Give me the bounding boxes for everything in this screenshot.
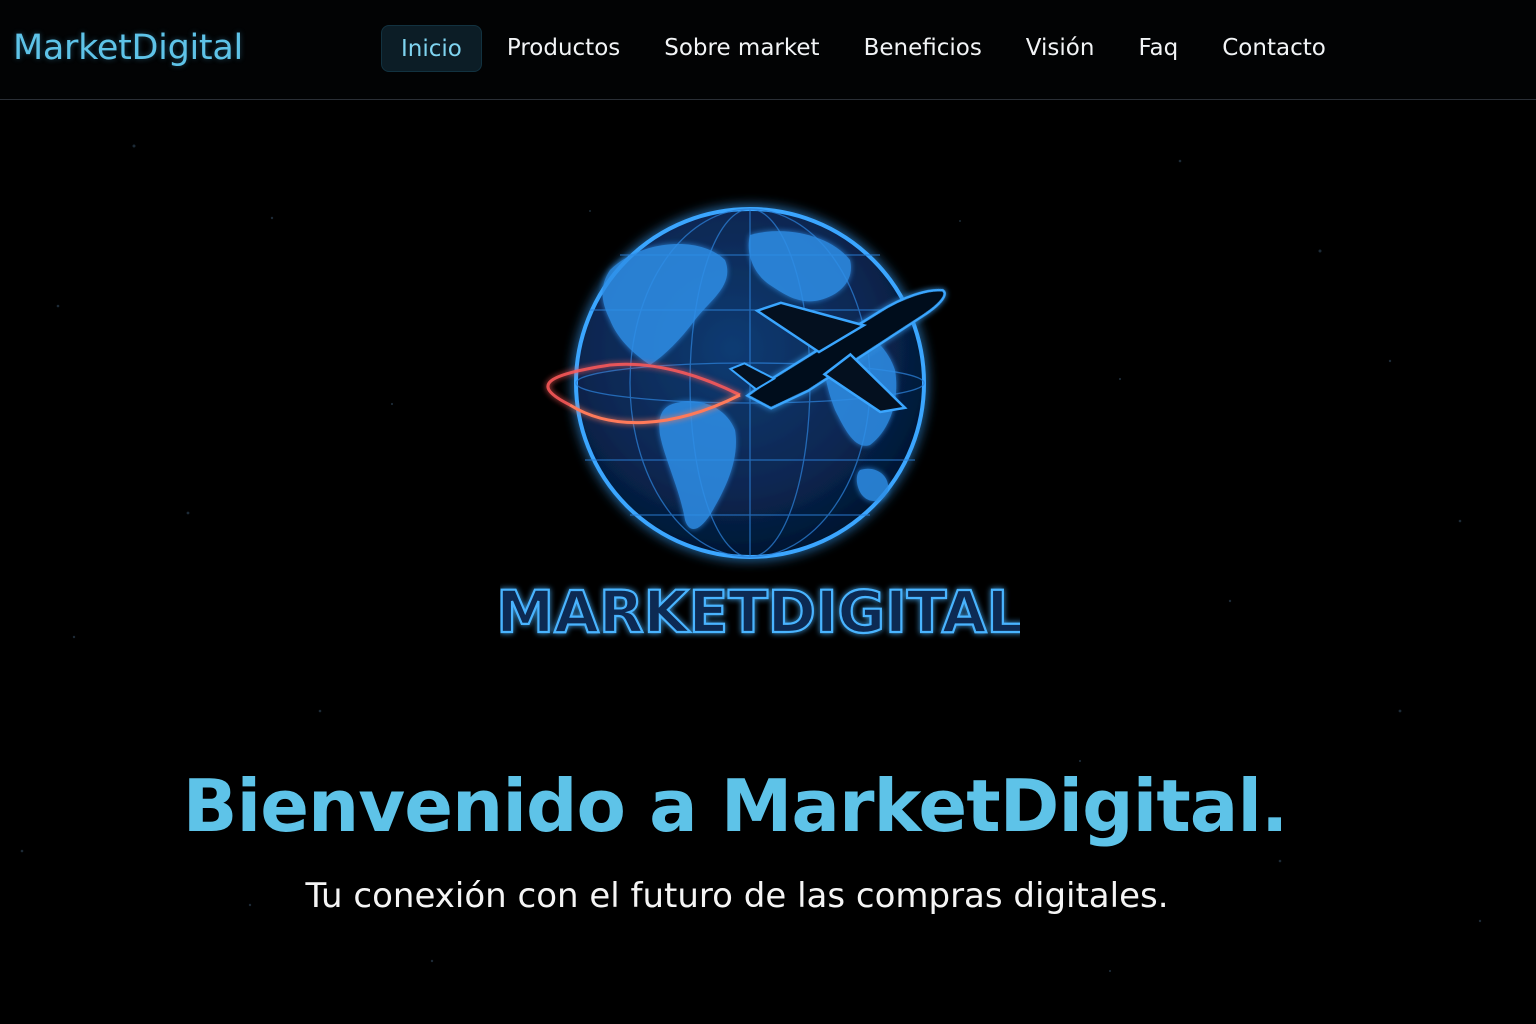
nav-link-vision[interactable]: Visión: [1007, 25, 1114, 72]
nav-link-productos[interactable]: Productos: [488, 25, 639, 72]
hero-logo: MARKETDIGITAL: [495, 190, 1025, 660]
globe-icon: MARKETDIGITAL: [495, 207, 1025, 647]
nav-link-inicio[interactable]: Inicio: [381, 25, 482, 72]
logo-wordmark: MARKETDIGITAL: [500, 578, 1020, 646]
nav-link-beneficios[interactable]: Beneficios: [845, 25, 1001, 72]
nav-menu: Inicio Productos Sobre market Beneficios…: [381, 25, 1351, 72]
navbar: MarketDigital Inicio Productos Sobre mar…: [0, 0, 1536, 100]
hero-title: Bienvenido a MarketDigital.: [182, 764, 1289, 848]
nav-link-sobre-market[interactable]: Sobre market: [645, 25, 838, 72]
nav-link-faq[interactable]: Faq: [1119, 25, 1197, 72]
nav-link-contacto[interactable]: Contacto: [1203, 25, 1345, 72]
brand-logo-text[interactable]: MarketDigital: [13, 28, 243, 68]
hero-subtitle: Tu conexión con el futuro de las compras…: [305, 876, 1169, 916]
